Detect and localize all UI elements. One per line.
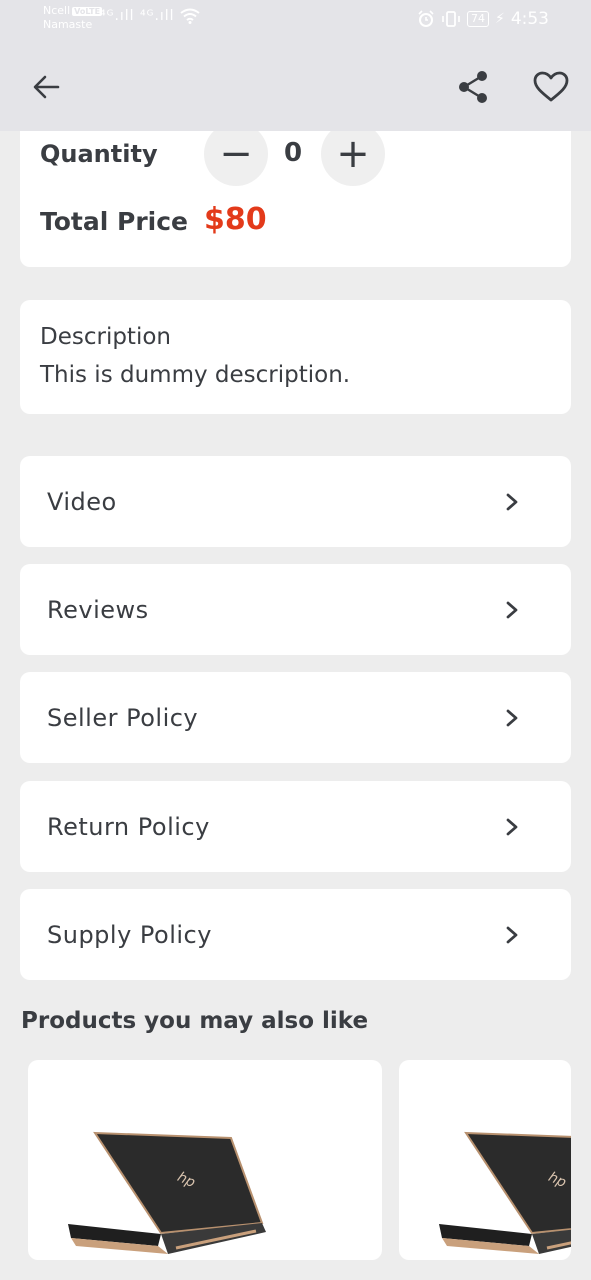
menu-item-label: Reviews	[47, 595, 149, 624]
total-price-label: Total Price	[40, 207, 188, 236]
arrow-left-icon	[33, 75, 60, 99]
total-price-value: $80	[204, 202, 267, 237]
chevron-right-icon	[506, 493, 518, 510]
vibrate-icon	[442, 11, 460, 27]
charging-icon: ⚡	[494, 11, 505, 27]
chevron-right-icon	[506, 709, 518, 726]
menu-item-reviews[interactable]: Reviews	[20, 564, 571, 655]
signal-icons: ⁴ᴳ.ıll ⁴ᴳ.ıll	[100, 8, 200, 24]
minus-icon: −	[219, 131, 253, 177]
app-bar	[0, 42, 591, 131]
menu-item-seller-policy[interactable]: Seller Policy	[20, 672, 571, 763]
decrease-quantity-button[interactable]: −	[204, 122, 268, 186]
menu-item-supply-policy[interactable]: Supply Policy	[20, 889, 571, 980]
menu-item-label: Supply Policy	[47, 920, 212, 949]
volte-badge: VoLTE	[72, 7, 103, 16]
wifi-icon	[180, 8, 200, 24]
status-bar: Ncell VoLTE Namaste ⁴ᴳ.ıll ⁴ᴳ.ıll 74 ⚡ 4:…	[0, 0, 591, 42]
menu-item-label: Seller Policy	[47, 703, 199, 732]
heart-outline-icon	[533, 71, 569, 102]
quantity-value: 0	[284, 138, 303, 168]
alarm-icon	[418, 10, 434, 27]
menu-item-label: Video	[47, 487, 117, 516]
price-card: Quantity − 0 + Total Price $80	[20, 120, 571, 267]
network-name: Namaste	[43, 18, 93, 31]
carrier-info: Ncell VoLTE Namaste	[43, 4, 103, 31]
increase-quantity-button[interactable]: +	[321, 122, 385, 186]
share-icon	[459, 71, 487, 103]
description-title: Description	[40, 324, 171, 350]
chevron-right-icon	[506, 601, 518, 618]
clock: 4:53	[510, 9, 549, 29]
plus-icon: +	[336, 131, 370, 177]
menu-item-video[interactable]: Video	[20, 456, 571, 547]
quantity-label: Quantity	[40, 140, 158, 168]
favorite-button[interactable]	[528, 64, 574, 110]
chevron-right-icon	[506, 926, 518, 943]
status-right: 74 ⚡ 4:53	[417, 9, 549, 29]
chevron-right-icon	[506, 818, 518, 835]
laptop-image: hp	[439, 1131, 571, 1254]
recommendations-title: Products you may also like	[21, 1008, 369, 1034]
share-button[interactable]	[450, 64, 496, 110]
battery-icon: 74	[466, 11, 489, 27]
back-button[interactable]	[23, 64, 69, 110]
signal-strength-icon: ⁴ᴳ.ıll ⁴ᴳ.ıll	[100, 8, 175, 24]
laptop-image: hp	[68, 1131, 266, 1254]
product-card[interactable]: hp	[28, 1060, 382, 1260]
menu-item-return-policy[interactable]: Return Policy	[20, 781, 571, 872]
product-card[interactable]: hp	[399, 1060, 571, 1260]
carrier-name: Ncell	[43, 4, 71, 17]
description-card: Description This is dummy description.	[20, 300, 571, 414]
menu-item-label: Return Policy	[47, 812, 210, 841]
description-text: This is dummy description.	[40, 362, 351, 388]
